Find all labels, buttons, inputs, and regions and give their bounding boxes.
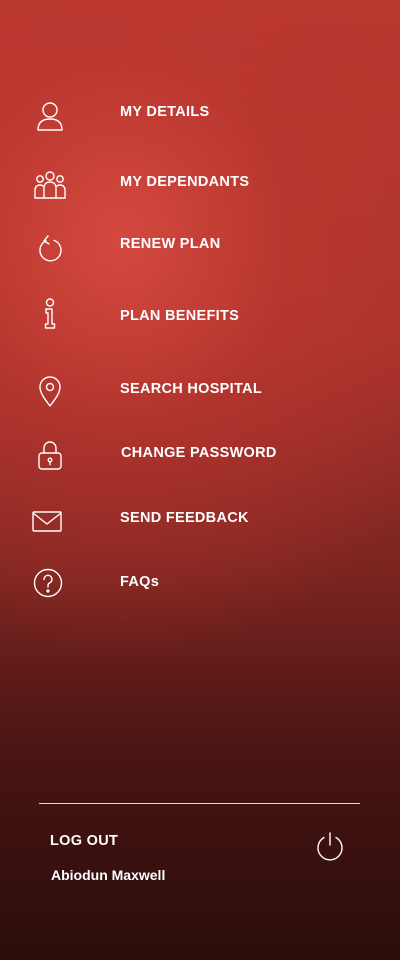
menu-label: SEARCH HOSPITAL — [120, 381, 262, 397]
menu-item-change-password[interactable]: CHANGE PASSWORD — [0, 433, 400, 483]
menu-label: RENEW PLAN — [120, 236, 221, 252]
menu-item-renew-plan[interactable]: RENEW PLAN — [0, 224, 400, 274]
envelope-icon — [27, 501, 67, 541]
menu-item-my-dependants[interactable]: MY DEPENDANTS — [0, 162, 400, 212]
menu-label: FAQs — [120, 574, 160, 590]
user-name: Abiodun Maxwell — [51, 867, 166, 883]
user-icon — [30, 96, 70, 136]
location-pin-icon — [30, 372, 70, 412]
menu-label: SEND FEEDBACK — [120, 510, 249, 526]
menu-label: MY DETAILS — [120, 104, 210, 120]
menu-label: CHANGE PASSWORD — [121, 445, 277, 461]
menu-item-my-details[interactable]: MY DETAILS — [0, 92, 400, 142]
logout-button[interactable]: LOG OUT — [50, 833, 118, 849]
question-icon — [28, 563, 68, 603]
menu-label: PLAN BENEFITS — [120, 308, 240, 324]
footer-divider — [39, 803, 360, 804]
menu-item-search-hospital[interactable]: SEARCH HOSPITAL — [0, 369, 400, 419]
menu-label: MY DEPENDANTS — [120, 174, 250, 190]
info-icon — [30, 294, 70, 334]
group-icon — [30, 164, 70, 204]
menu-item-send-feedback[interactable]: SEND FEEDBACK — [0, 498, 400, 548]
menu-item-plan-benefits[interactable]: PLAN BENEFITS — [0, 296, 400, 346]
menu-item-faqs[interactable]: FAQs — [0, 562, 400, 612]
renew-icon — [30, 229, 70, 269]
power-icon[interactable] — [314, 830, 346, 862]
lock-icon — [30, 435, 70, 475]
